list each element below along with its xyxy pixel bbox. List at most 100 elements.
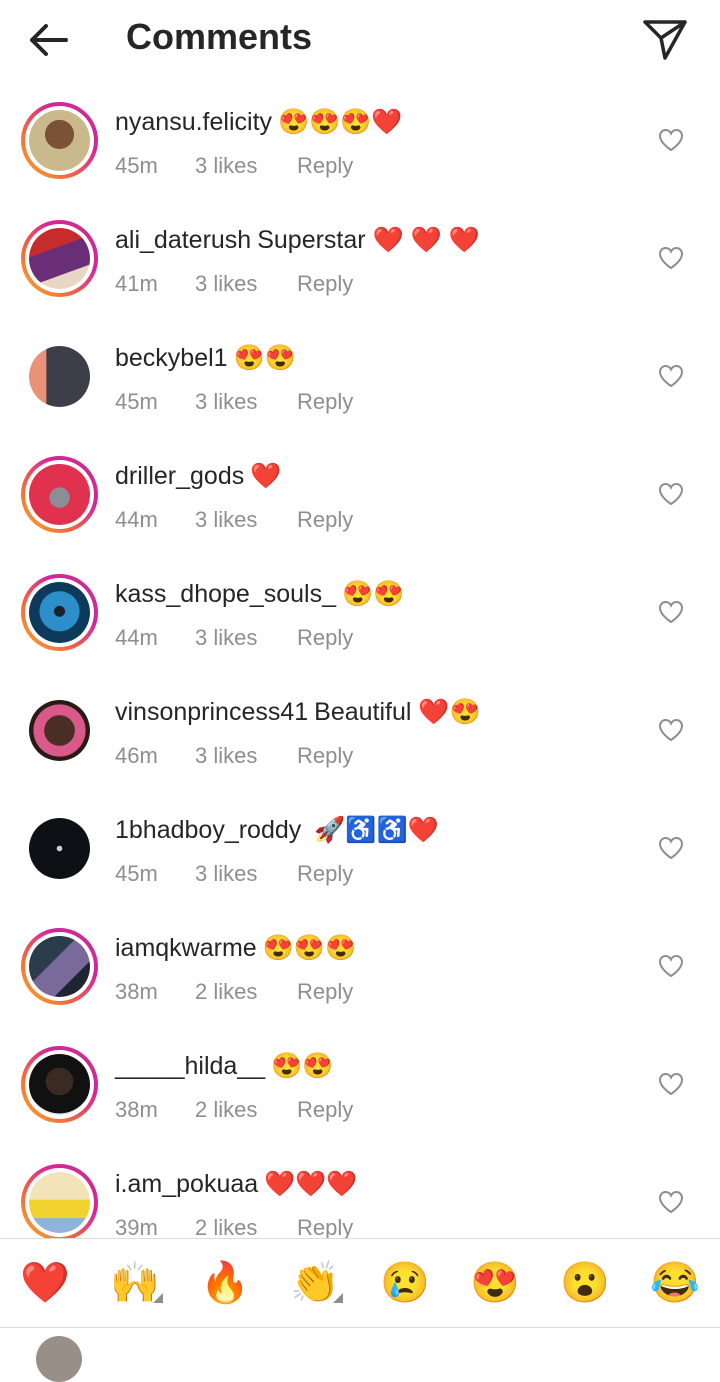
comment-username[interactable]: nyansu.felicity — [115, 108, 272, 136]
comment-username[interactable]: beckybel1 — [115, 344, 228, 372]
avatar[interactable] — [21, 220, 98, 297]
reply-button[interactable]: Reply — [297, 507, 353, 533]
reaction-laughing[interactable]: 😂 — [647, 1257, 703, 1309]
avatar[interactable] — [21, 692, 98, 769]
reaction-clapping[interactable]: 👏 — [287, 1257, 343, 1309]
comment-meta: 45m 3 likes Reply — [115, 389, 353, 415]
comment-time: 41m — [115, 271, 158, 296]
comment-emoji: ❤️ — [250, 462, 282, 490]
comment-likes[interactable]: 3 likes — [195, 507, 297, 533]
comment-item: 1bhadboy_roddy 🚀♿♿❤️ 45m 3 likes Reply — [0, 794, 720, 912]
avatar[interactable] — [21, 1046, 98, 1123]
comment-time: 46m — [115, 743, 158, 768]
reply-button[interactable]: Reply — [297, 1097, 353, 1123]
comment-emoji: 🚀♿♿❤️ — [314, 816, 439, 844]
like-heart-icon[interactable] — [658, 482, 684, 506]
skin-tone-indicator-icon — [153, 1293, 163, 1303]
current-user-avatar — [36, 1336, 82, 1382]
comment-item: driller_gods ❤️ 44m 3 likes Reply — [0, 440, 720, 558]
comment-text: Beautiful — [314, 698, 412, 726]
comment-emoji: ❤️ ❤️ ❤️ — [372, 226, 480, 254]
comment-likes[interactable]: 3 likes — [195, 153, 297, 179]
comment-likes[interactable]: 3 likes — [195, 271, 297, 297]
avatar[interactable] — [21, 456, 98, 533]
comment-item: nyansu.felicity 😍😍😍❤️ 45m 3 likes Reply — [0, 86, 720, 204]
comment-username[interactable]: iamqkwarme — [115, 934, 257, 962]
like-heart-icon[interactable] — [658, 600, 684, 624]
comment-line: driller_gods ❤️ — [115, 462, 281, 491]
comment-time: 45m — [115, 153, 158, 178]
comment-item: i.am_pokuaa ❤️❤️❤️ 39m 2 likes Reply — [0, 1148, 720, 1238]
comment-username[interactable]: vinsonprincess41 — [115, 698, 308, 726]
reply-button[interactable]: Reply — [297, 1215, 353, 1238]
comment-likes[interactable]: 3 likes — [195, 389, 297, 415]
reaction-raising-hands[interactable]: 🙌 — [107, 1257, 163, 1309]
like-heart-icon[interactable] — [658, 1072, 684, 1096]
comment-emoji: ❤️😍 — [418, 698, 481, 726]
avatar[interactable] — [21, 338, 98, 415]
avatar[interactable] — [21, 810, 98, 887]
comment-emoji: 😍😍😍 — [262, 934, 357, 962]
avatar[interactable] — [21, 1164, 98, 1238]
reaction-surprised[interactable]: 😮 — [557, 1257, 613, 1309]
avatar[interactable] — [21, 928, 98, 1005]
comment-text: Superstar — [257, 226, 366, 254]
comment-username[interactable]: 1bhadboy_roddy — [115, 816, 301, 844]
comment-line: 1bhadboy_roddy 🚀♿♿❤️ — [115, 816, 439, 845]
avatar[interactable] — [21, 574, 98, 651]
like-heart-icon[interactable] — [658, 718, 684, 742]
comment-meta: 44m 3 likes Reply — [115, 625, 353, 651]
comment-line: i.am_pokuaa ❤️❤️❤️ — [115, 1170, 358, 1199]
like-heart-icon[interactable] — [658, 954, 684, 978]
comment-likes[interactable]: 3 likes — [195, 625, 297, 651]
reaction-fire[interactable]: 🔥 — [197, 1257, 253, 1309]
comment-meta: 41m 3 likes Reply — [115, 271, 353, 297]
comment-likes[interactable]: 2 likes — [195, 1215, 297, 1238]
reply-button[interactable]: Reply — [297, 743, 353, 769]
comment-line: ali_daterush Superstar ❤️ ❤️ ❤️ — [115, 226, 480, 255]
comment-line: nyansu.felicity 😍😍😍❤️ — [115, 108, 403, 137]
reaction-heart-eyes[interactable]: 😍 — [467, 1257, 523, 1309]
like-heart-icon[interactable] — [658, 836, 684, 860]
comment-meta: 38m 2 likes Reply — [115, 1097, 353, 1123]
reaction-crying[interactable]: 😢 — [377, 1257, 433, 1309]
comment-username[interactable]: i.am_pokuaa — [115, 1170, 258, 1198]
comment-item: _____hilda__ 😍😍 38m 2 likes Reply — [0, 1030, 720, 1148]
comment-likes[interactable]: 3 likes — [195, 743, 297, 769]
reply-button[interactable]: Reply — [297, 979, 353, 1005]
comment-username[interactable]: _____hilda__ — [115, 1052, 265, 1080]
comment-username[interactable]: driller_gods — [115, 462, 244, 490]
comment-emoji: 😍😍😍❤️ — [278, 108, 403, 136]
comment-time: 38m — [115, 979, 158, 1004]
comment-username[interactable]: kass_dhope_souls_ — [115, 580, 336, 608]
skin-tone-indicator-icon — [333, 1293, 343, 1303]
like-heart-icon[interactable] — [658, 246, 684, 270]
reply-button[interactable]: Reply — [297, 625, 353, 651]
comment-likes[interactable]: 2 likes — [195, 1097, 297, 1123]
avatar[interactable] — [21, 102, 98, 179]
like-heart-icon[interactable] — [658, 128, 684, 152]
send-icon[interactable] — [640, 14, 690, 64]
back-arrow-icon[interactable] — [24, 18, 72, 62]
comment-line: _____hilda__ 😍😍 — [115, 1052, 333, 1081]
comment-line: iamqkwarme 😍😍😍 — [115, 934, 356, 963]
comment-username[interactable]: ali_daterush — [115, 226, 251, 254]
reply-button[interactable]: Reply — [297, 861, 353, 887]
comment-meta: 45m 3 likes Reply — [115, 153, 353, 179]
reply-button[interactable]: Reply — [297, 271, 353, 297]
comment-likes[interactable]: 2 likes — [195, 979, 297, 1005]
comment-time: 38m — [115, 1097, 158, 1122]
comment-emoji: ❤️❤️❤️ — [264, 1170, 358, 1198]
comment-line: beckybel1 😍😍 — [115, 344, 296, 373]
like-heart-icon[interactable] — [658, 1190, 684, 1214]
reaction-heart[interactable]: ❤️ — [17, 1257, 73, 1309]
reply-button[interactable]: Reply — [297, 153, 353, 179]
like-heart-icon[interactable] — [658, 364, 684, 388]
comment-item: iamqkwarme 😍😍😍 38m 2 likes Reply — [0, 912, 720, 1030]
comment-likes[interactable]: 3 likes — [195, 861, 297, 887]
comment-item: beckybel1 😍😍 45m 3 likes Reply — [0, 322, 720, 440]
reply-button[interactable]: Reply — [297, 389, 353, 415]
comment-meta: 44m 3 likes Reply — [115, 507, 353, 533]
comment-time: 44m — [115, 625, 158, 650]
header: Comments — [0, 0, 720, 80]
